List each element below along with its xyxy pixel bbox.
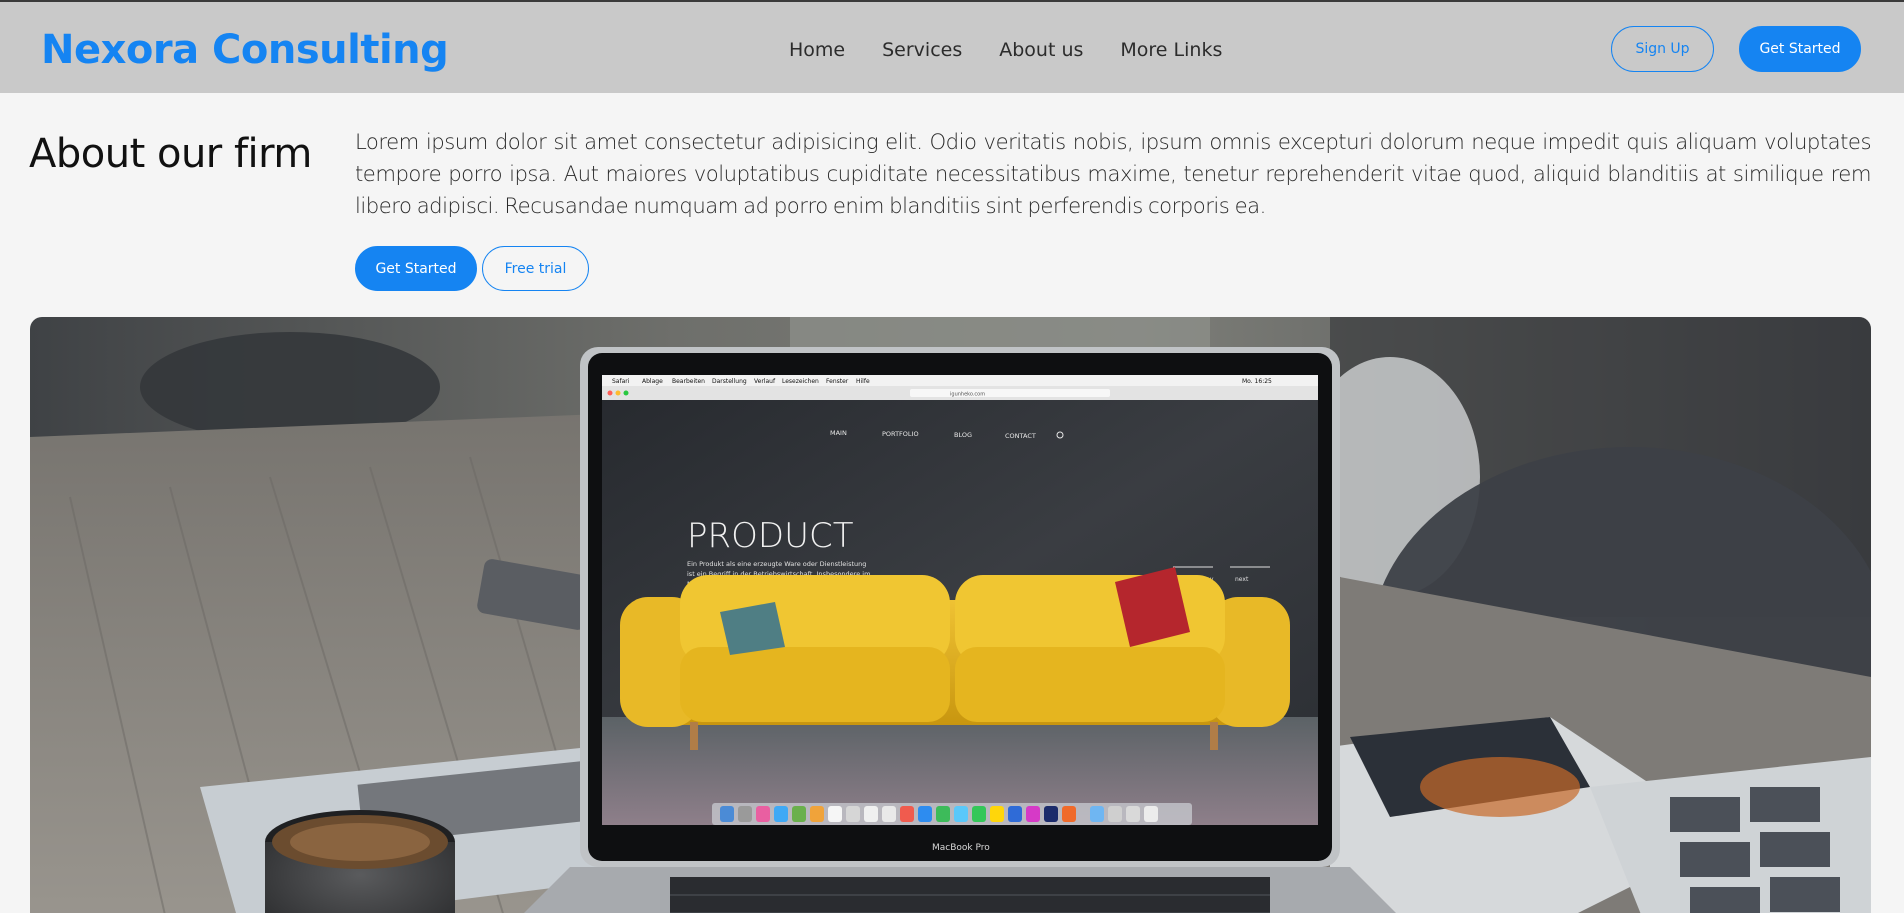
- screen-url: igunheko.com: [950, 392, 985, 398]
- screen-product-title: PRODUCT: [687, 516, 854, 556]
- nav-more-links-link[interactable]: More Links: [1120, 38, 1222, 62]
- nav-home-link[interactable]: Home: [789, 38, 845, 62]
- nav-about-link[interactable]: About us: [999, 38, 1083, 62]
- sign-up-button[interactable]: Sign Up: [1611, 26, 1714, 72]
- about-get-started-button[interactable]: Get Started: [355, 246, 477, 291]
- screen-next: next: [1235, 576, 1249, 583]
- screen-nav-blog: BLOG: [954, 431, 972, 439]
- screen-menu-darstellung: Darstellung: [712, 378, 747, 385]
- page: Nexora Consulting Home Services About us…: [0, 0, 1904, 913]
- screen-menu-safari: Safari: [612, 378, 630, 385]
- brand-logo[interactable]: Nexora Consulting: [41, 26, 449, 74]
- screen-nav-main: MAIN: [830, 429, 847, 437]
- laptop-label: MacBook Pro: [932, 843, 990, 853]
- hero-image: Safari Ablage Bearbeiten Darstellung Ver…: [30, 317, 1871, 913]
- nav-services-link[interactable]: Services: [882, 38, 962, 62]
- screen-menu-lesezeichen: Lesezeichen: [782, 378, 819, 385]
- header-get-started-button[interactable]: Get Started: [1739, 26, 1861, 72]
- main-nav: Home Services About us More Links: [789, 38, 1259, 62]
- screen-menu-verlauf: Verlauf: [754, 378, 776, 385]
- top-navbar: Nexora Consulting Home Services About us…: [0, 2, 1904, 93]
- screen-menu-hilfe: Hilfe: [856, 378, 870, 385]
- free-trial-button[interactable]: Free trial: [482, 246, 589, 291]
- screen-menu-clock: Mo. 16:25: [1242, 378, 1272, 385]
- screen-menu-fenster: Fenster: [826, 378, 849, 385]
- screen-nav-portfolio: PORTFOLIO: [882, 430, 919, 438]
- about-paragraph: Lorem ipsum dolor sit amet consectetur a…: [355, 129, 1872, 218]
- screen-menu-ablage: Ablage: [642, 378, 663, 385]
- screen-menu-bearbeiten: Bearbeiten: [672, 378, 705, 385]
- screen-nav-contact: CONTACT: [1005, 432, 1036, 440]
- about-heading: About our firm: [29, 131, 312, 177]
